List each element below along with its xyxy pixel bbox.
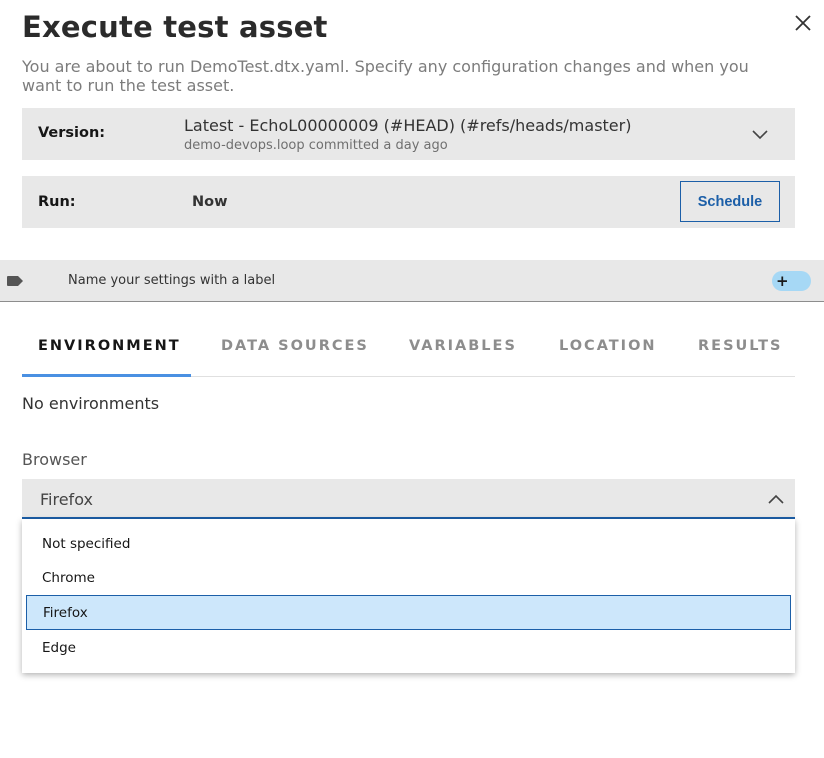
run-panel: Run: Now Schedule xyxy=(22,176,795,228)
version-label: Version: xyxy=(38,125,106,141)
option-label: Firefox xyxy=(43,605,88,621)
browser-option-firefox[interactable]: Firefox xyxy=(26,595,791,630)
version-selector[interactable]: Version: Latest - EchoL00000009 (#HEAD) … xyxy=(22,108,795,160)
browser-dropdown-menu: Not specified Chrome Firefox Edge xyxy=(22,519,795,673)
tab-environment[interactable]: ENVIRONMENT xyxy=(38,338,181,354)
browser-selected-value: Firefox xyxy=(40,490,93,509)
add-label-toggle[interactable]: + xyxy=(772,271,811,291)
label-bar: Name your settings with a label + xyxy=(0,260,824,302)
tab-bar: ENVIRONMENT DATA SOURCES VARIABLES LOCAT… xyxy=(22,322,795,377)
tag-icon xyxy=(7,276,23,286)
label-prompt: Name your settings with a label xyxy=(68,273,276,288)
close-icon[interactable] xyxy=(792,12,814,34)
version-commit-info: demo-devops.loop committed a day ago xyxy=(184,138,448,153)
browser-option-not-specified[interactable]: Not specified xyxy=(22,527,795,562)
schedule-button[interactable]: Schedule xyxy=(680,181,780,222)
option-label: Chrome xyxy=(42,570,95,586)
tab-location[interactable]: LOCATION xyxy=(559,338,657,354)
version-value: Latest - EchoL00000009 (#HEAD) (#refs/he… xyxy=(184,116,632,135)
chevron-up-icon[interactable] xyxy=(767,493,785,505)
option-label: Not specified xyxy=(42,536,131,552)
run-label: Run: xyxy=(38,194,76,210)
plus-icon: + xyxy=(776,272,789,290)
dialog-title: Execute test asset xyxy=(22,10,328,44)
browser-option-chrome[interactable]: Chrome xyxy=(22,561,795,596)
option-label: Edge xyxy=(42,640,76,656)
tab-variables[interactable]: VARIABLES xyxy=(409,338,517,354)
active-tab-indicator xyxy=(22,374,191,377)
browser-option-edge[interactable]: Edge xyxy=(22,631,795,666)
no-environments-text: No environments xyxy=(22,394,160,413)
run-value: Now xyxy=(192,194,228,210)
tab-data-sources[interactable]: DATA SOURCES xyxy=(221,338,369,354)
browser-select[interactable]: Firefox xyxy=(22,479,795,519)
dialog-description: You are about to run DemoTest.dtx.yaml. … xyxy=(22,57,749,95)
tab-results[interactable]: RESULTS xyxy=(698,338,782,354)
chevron-down-icon[interactable] xyxy=(751,128,769,140)
browser-label: Browser xyxy=(22,450,87,469)
